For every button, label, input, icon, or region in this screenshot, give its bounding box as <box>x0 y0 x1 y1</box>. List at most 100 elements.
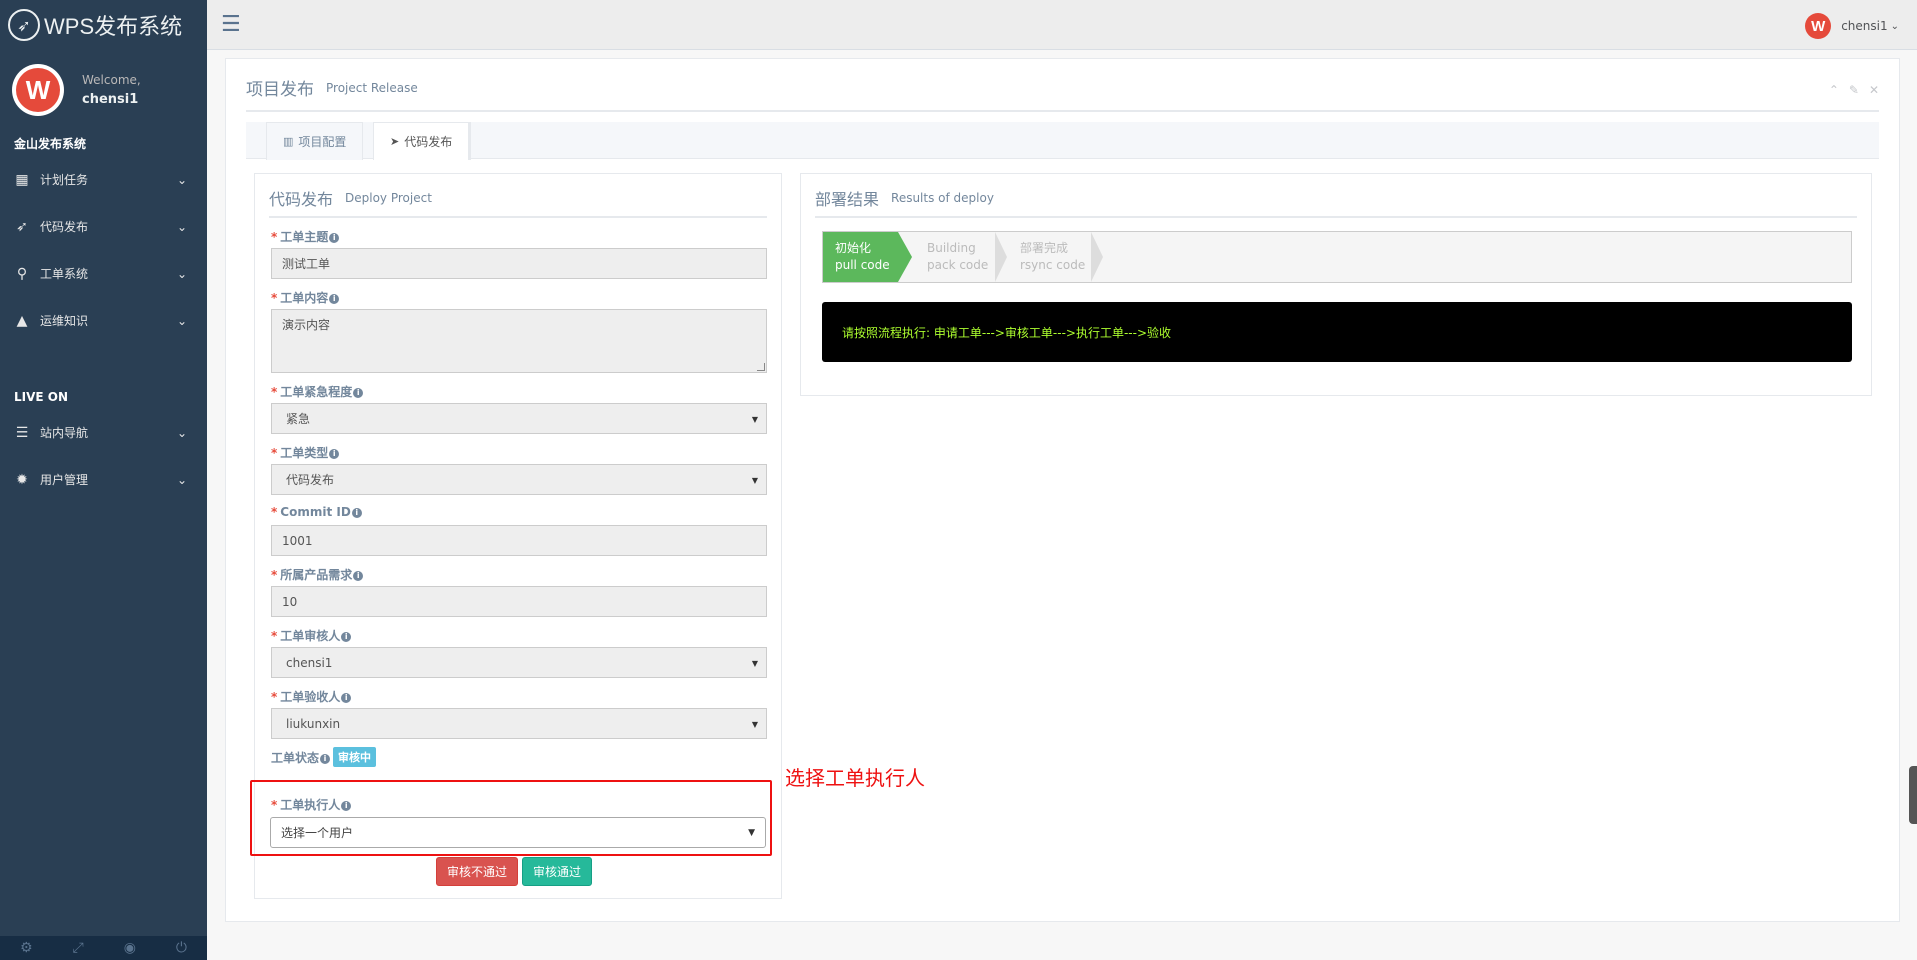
tab-project-config[interactable]: ▥ 项目配置 <box>266 122 364 160</box>
sidebar-item-site-nav[interactable]: ☰ 站内导航 ⌄ <box>0 409 207 456</box>
avatar: W <box>12 64 64 116</box>
sidebar-item-label: 运维知识 <box>40 314 89 328</box>
sidebar-section-title: 金山发布系统 <box>14 137 87 151</box>
status-badge: 审核中 <box>333 747 376 767</box>
reject-button[interactable]: 审核不通过 <box>436 857 519 886</box>
approve-button[interactable]: 审核通过 <box>522 857 593 886</box>
power-icon[interactable]: ⏻ <box>176 940 187 956</box>
page-subtitle: Project Release <box>326 80 418 95</box>
sidebar-item-label: 计划任务 <box>40 173 89 187</box>
urgency-select[interactable]: 紧急 ▼ <box>271 403 767 434</box>
close-icon[interactable]: ✕ <box>1869 83 1879 97</box>
reviewer-select[interactable]: chensi1 ▼ <box>271 647 767 678</box>
step-arrow <box>995 232 1007 282</box>
sidebar-item-code-release[interactable]: ➶ 代码发布 ⌄ <box>0 203 207 250</box>
sidebar-item-ops-knowledge[interactable]: ▲ 运维知识 ⌄ <box>0 297 207 344</box>
sidebar-item-ticket-system[interactable]: ⚲ 工单系统 ⌄ <box>0 250 207 297</box>
sitemap-icon: ⚲ <box>16 265 28 282</box>
profile-username: chensi1 <box>82 92 139 107</box>
resize-handle-icon <box>757 363 765 371</box>
type-label: * 工单类型 i <box>271 444 340 461</box>
chevron-down-icon: ⌄ <box>1890 20 1899 32</box>
subject-label: * 工单主题 i <box>271 228 340 245</box>
results-subtitle: Results of deploy <box>891 191 994 205</box>
caret-down-icon: ▼ <box>751 415 758 424</box>
content-label: * 工单内容 i <box>271 289 340 306</box>
info-icon: i <box>353 388 364 398</box>
paper-plane-icon: ➤ <box>390 135 400 148</box>
step-building: Building pack code <box>927 241 989 272</box>
gear-icon[interactable]: ⚙ <box>20 940 33 956</box>
annotation-text: 选择工单执行人 <box>785 766 925 790</box>
sidebar: ➶ WPS发布系统 W Welcome, chensi1 金山发布系统 ▦ 计划… <box>0 0 207 960</box>
rocket-icon: ➶ <box>8 9 40 41</box>
tab-label: 项目配置 <box>298 135 347 149</box>
deploy-title: 代码发布 <box>269 190 334 209</box>
info-icon: i <box>320 754 331 764</box>
commit-id-field[interactable]: 1001 <box>271 525 767 556</box>
commit-id-label: * Commit ID i <box>271 505 362 519</box>
eye-slash-icon[interactable]: ◉ <box>124 940 136 956</box>
content-textarea[interactable]: 演示内容 <box>271 309 767 373</box>
sidebar-section-title: LIVE ON <box>14 390 69 404</box>
sidebar-item-label: 工单系统 <box>40 267 89 281</box>
chevron-down-icon: ⌄ <box>176 266 187 281</box>
caret-down-icon: ▼ <box>751 720 758 729</box>
page-title: 项目发布 <box>246 80 314 100</box>
tab-bar: ▥ 项目配置 ➤ 代码发布 <box>246 122 1879 160</box>
panel-title-bar: 项目发布 Project Release ⌃ ✎ ✕ <box>246 65 1879 112</box>
info-icon: i <box>329 233 340 243</box>
menu-toggle-icon[interactable]: ☰ <box>221 12 241 37</box>
info-icon: i <box>353 571 364 581</box>
user-menu-name: chensi1 <box>1841 19 1888 33</box>
info-icon: i <box>341 632 352 642</box>
type-select[interactable]: 代码发布 ▼ <box>271 464 767 495</box>
sidebar-item-label: 代码发布 <box>40 220 89 234</box>
chevron-up-icon[interactable]: ⌃ <box>1829 83 1839 97</box>
deploy-results-panel: 部署结果 Results of deploy <box>800 173 1872 396</box>
step-init: 初始化 pull code <box>823 232 898 282</box>
executor-select[interactable]: 选择一个用户 ▼ <box>270 817 766 848</box>
info-icon: i <box>351 508 362 518</box>
info-icon: i <box>329 294 340 304</box>
product-field[interactable]: 10 <box>271 586 767 617</box>
rocket-icon: ➶ <box>16 218 28 235</box>
sidebar-item-schedule[interactable]: ▦ 计划任务 ⌄ <box>0 156 207 203</box>
profile: W Welcome, chensi1 <box>0 50 207 130</box>
chevron-down-icon: ⌄ <box>176 313 187 328</box>
caret-down-icon: ▼ <box>748 828 755 838</box>
sidebar-item-label: 用户管理 <box>40 473 89 487</box>
console-output: 请按照流程执行: 申请工单--->审核工单--->执行工单--->验收 <box>822 302 1852 362</box>
sidebar-item-user-management[interactable]: ✹ 用户管理 ⌄ <box>0 456 207 503</box>
chevron-down-icon: ⌄ <box>176 425 187 440</box>
bars-icon: ☰ <box>15 424 29 441</box>
acceptor-label: * 工单验收人 i <box>271 688 352 705</box>
chevron-down-icon: ⌄ <box>176 219 187 234</box>
deploy-panel-title: 代码发布 Deploy Project <box>269 180 767 218</box>
info-icon: i <box>341 693 352 703</box>
calendar-icon: ▦ <box>15 171 29 188</box>
bug-icon: ✹ <box>16 471 28 488</box>
step-arrow <box>1091 232 1103 282</box>
tab-code-release[interactable]: ➤ 代码发布 <box>373 122 472 160</box>
step-arrow <box>898 232 912 282</box>
acceptor-select[interactable]: liukunxin ▼ <box>271 708 767 739</box>
info-icon: i <box>329 449 340 459</box>
fullscreen-icon[interactable]: ⤢ <box>73 940 84 956</box>
bar-chart-icon: ▥ <box>283 135 294 148</box>
subject-field[interactable]: 测试工单 <box>271 248 767 279</box>
deploy-steps: 初始化 pull code Building pack code 部署完成 rs… <box>822 231 1852 283</box>
reviewer-label: * 工单审核人 i <box>271 627 352 644</box>
results-panel-title: 部署结果 Results of deploy <box>815 180 1857 218</box>
welcome-text: Welcome, <box>82 73 141 87</box>
wrench-icon[interactable]: ✎ <box>1849 83 1859 97</box>
chevron-down-icon: ⌄ <box>176 472 187 487</box>
user-menu[interactable]: W chensi1 ⌄ <box>1805 13 1899 39</box>
scroll-handle[interactable] <box>1909 766 1917 824</box>
panel-toolbox: ⌃ ✎ ✕ <box>1829 83 1879 97</box>
graduation-cap-icon: ▲ <box>16 312 28 329</box>
top-navbar: ☰ W chensi1 ⌄ <box>207 0 1917 50</box>
sidebar-item-label: 站内导航 <box>40 426 89 440</box>
brand[interactable]: ➶ WPS发布系统 <box>0 0 207 50</box>
status-label: 工单状态 i <box>271 749 331 766</box>
